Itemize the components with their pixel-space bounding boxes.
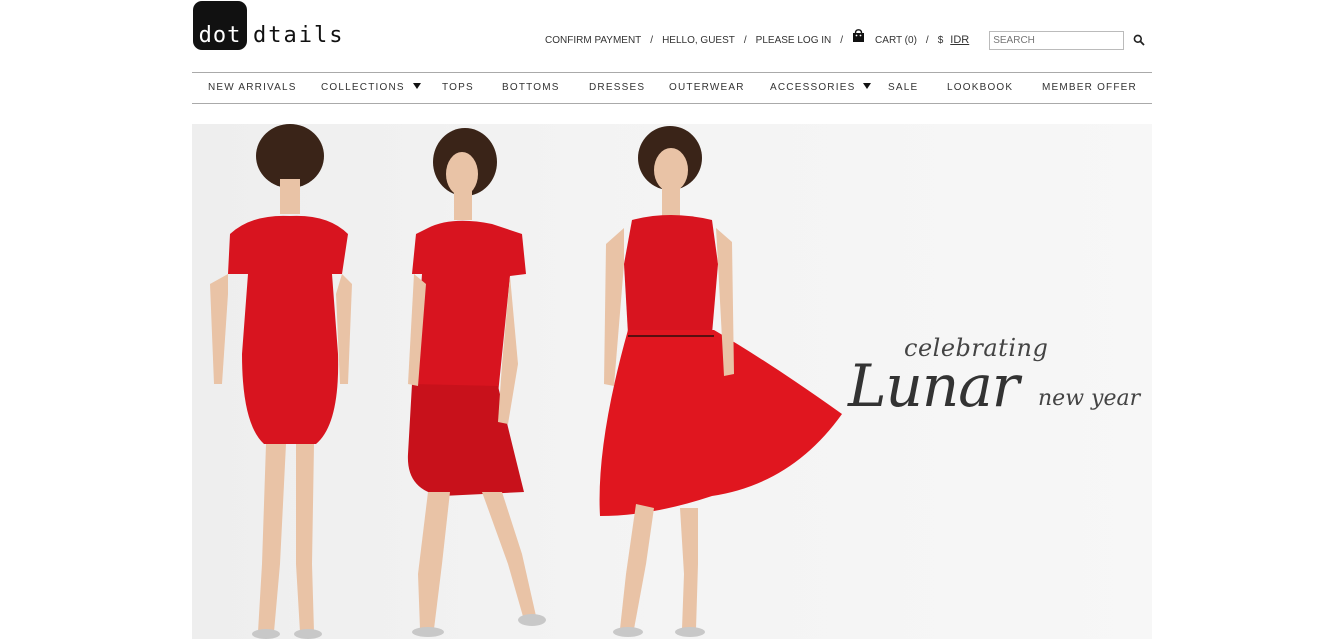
cart-link[interactable]: CART (0) <box>875 35 917 46</box>
nav-label: TOPS <box>442 82 474 93</box>
search-input[interactable] <box>989 30 1125 50</box>
model-back-view <box>210 124 352 639</box>
greeting-text: HELLO, GUEST <box>662 34 735 46</box>
nav-label: NEW ARRIVALS <box>208 82 297 93</box>
model-side-view <box>407 128 546 637</box>
chevron-down-icon <box>863 83 872 89</box>
currency-symbol: $ <box>937 34 944 46</box>
nav-member-offer[interactable]: MEMBER OFFER <box>1042 82 1137 93</box>
confirm-payment-link[interactable]: CONFIRM PAYMENT <box>545 35 641 46</box>
nav-label: DRESSES <box>589 82 646 93</box>
hero-headline-new-year: new year <box>1038 386 1141 411</box>
nav-outerwear[interactable]: OUTERWEAR <box>669 82 745 93</box>
nav-label: BOTTOMS <box>502 82 560 93</box>
utility-bar: CONFIRM PAYMENT / HELLO, GUEST / PLEASE … <box>545 28 1145 50</box>
site-logo[interactable]: dot dtails <box>193 0 344 50</box>
separator: / <box>743 34 747 46</box>
search-icon[interactable] <box>1133 34 1145 46</box>
nav-bottoms[interactable]: BOTTOMS <box>502 82 560 93</box>
nav-collections[interactable]: COLLECTIONS <box>321 82 421 93</box>
chevron-down-icon <box>412 83 421 89</box>
logo-mark-text: dot <box>198 23 242 48</box>
nav-accessories[interactable]: ACCESSORIES <box>770 82 872 93</box>
separator: / <box>840 34 844 46</box>
shopping-bag-icon[interactable] <box>852 28 865 46</box>
hero-headline-lunar: Lunar <box>848 352 1020 420</box>
separator: / <box>650 34 654 46</box>
nav-lookbook[interactable]: LOOKBOOK <box>947 82 1013 93</box>
nav-label: COLLECTIONS <box>321 82 405 93</box>
nav-dresses[interactable]: DRESSES <box>589 82 645 93</box>
nav-label: OUTERWEAR <box>669 82 745 93</box>
nav-new-arrivals[interactable]: NEW ARRIVALS <box>208 82 297 93</box>
separator: / <box>925 34 929 46</box>
currency-selector[interactable]: IDR <box>950 34 969 46</box>
main-nav: NEW ARRIVALS COLLECTIONS TOPS BOTTOMS DR… <box>192 72 1152 104</box>
login-link[interactable]: PLEASE LOG IN <box>756 35 832 46</box>
nav-label: SALE <box>888 82 919 93</box>
nav-sale[interactable]: SALE <box>888 82 918 93</box>
logo-wordmark: dtails <box>253 23 345 48</box>
nav-label: MEMBER OFFER <box>1042 82 1137 93</box>
hero-banner[interactable]: celebrating Lunar new year <box>192 124 1152 639</box>
logo-mark: dot <box>193 1 247 50</box>
nav-label: ACCESSORIES <box>770 82 856 93</box>
page-wrapper: dot dtails CONFIRM PAYMENT / HELLO, GUES… <box>192 0 1152 639</box>
model-front-view <box>599 126 842 637</box>
nav-tops[interactable]: TOPS <box>442 82 474 93</box>
nav-label: LOOKBOOK <box>947 82 1014 93</box>
